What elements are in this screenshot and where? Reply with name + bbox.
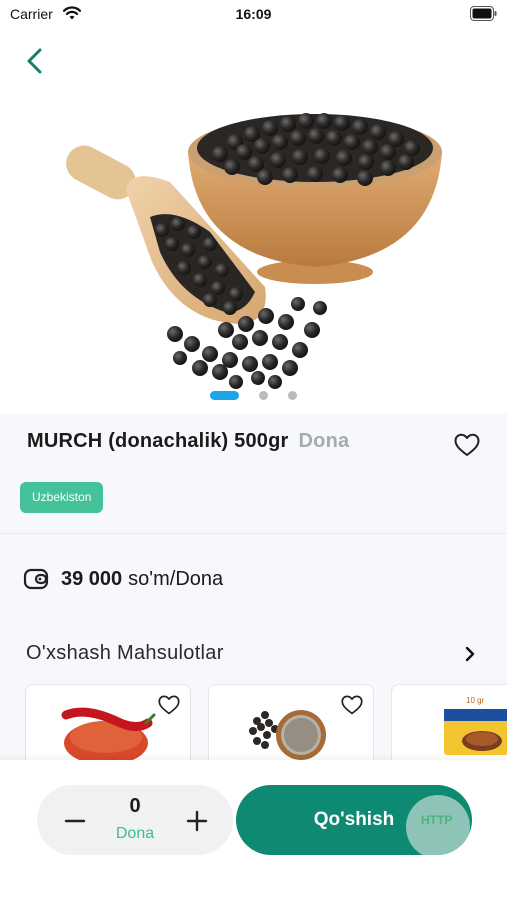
- chevron-right-icon[interactable]: [463, 644, 477, 664]
- plus-icon[interactable]: [183, 807, 211, 835]
- bottom-action-bar: 0 Dona Qo'shish HTTP: [0, 760, 507, 900]
- battery-icon: [470, 6, 497, 21]
- product-image-carousel[interactable]: [0, 28, 507, 414]
- similar-product-card[interactable]: [25, 684, 191, 760]
- quantity-value: 0: [129, 795, 141, 817]
- quantity-unit: Dona: [115, 825, 155, 842]
- carousel-dot[interactable]: [288, 391, 297, 400]
- black-pepper-bowl-image: [66, 113, 442, 389]
- origin-badge[interactable]: Uzbekiston: [20, 482, 104, 513]
- heart-icon[interactable]: [453, 432, 481, 458]
- price-row: 39 000 so'm/Dona: [23, 564, 223, 594]
- similar-product-card[interactable]: 10 gr: [391, 684, 507, 760]
- quantity-stepper: 0 Dona: [37, 785, 233, 855]
- status-bar: Carrier 16:09: [0, 0, 507, 28]
- carousel-dot-active[interactable]: [210, 391, 239, 400]
- heart-icon[interactable]: [340, 694, 364, 716]
- debug-http-label: HTTP: [421, 813, 453, 827]
- minus-icon[interactable]: [61, 807, 89, 835]
- back-arrow-icon[interactable]: [22, 46, 48, 76]
- add-to-cart-button[interactable]: Qo'shish HTTP: [236, 785, 472, 855]
- product-title: MURCH (donachalik) 500gr: [27, 430, 289, 452]
- similar-products-title: O'xshash Mahsulotlar: [26, 642, 224, 664]
- carousel-dot[interactable]: [259, 391, 268, 400]
- similar-product-card[interactable]: [208, 684, 374, 760]
- price-unit: so'm/Dona: [128, 567, 224, 590]
- similar-item-weight-label: 10 gr: [466, 696, 485, 705]
- product-info: MURCH (donachalik) 500gr Dona Uzbekiston …: [0, 414, 507, 760]
- carousel-dots: [0, 388, 507, 402]
- divider: [0, 533, 507, 534]
- seasoning-box-image: 10 gr: [444, 696, 507, 755]
- product-unit: Dona: [298, 430, 350, 452]
- product-title-row: MURCH (donachalik) 500gr Dona: [27, 430, 349, 453]
- similar-products-list: 10 gr: [25, 684, 507, 760]
- heart-icon[interactable]: [157, 694, 181, 716]
- status-time: 16:09: [235, 6, 272, 22]
- price-amount: 39 000: [61, 567, 123, 590]
- wallet-icon: [23, 568, 49, 590]
